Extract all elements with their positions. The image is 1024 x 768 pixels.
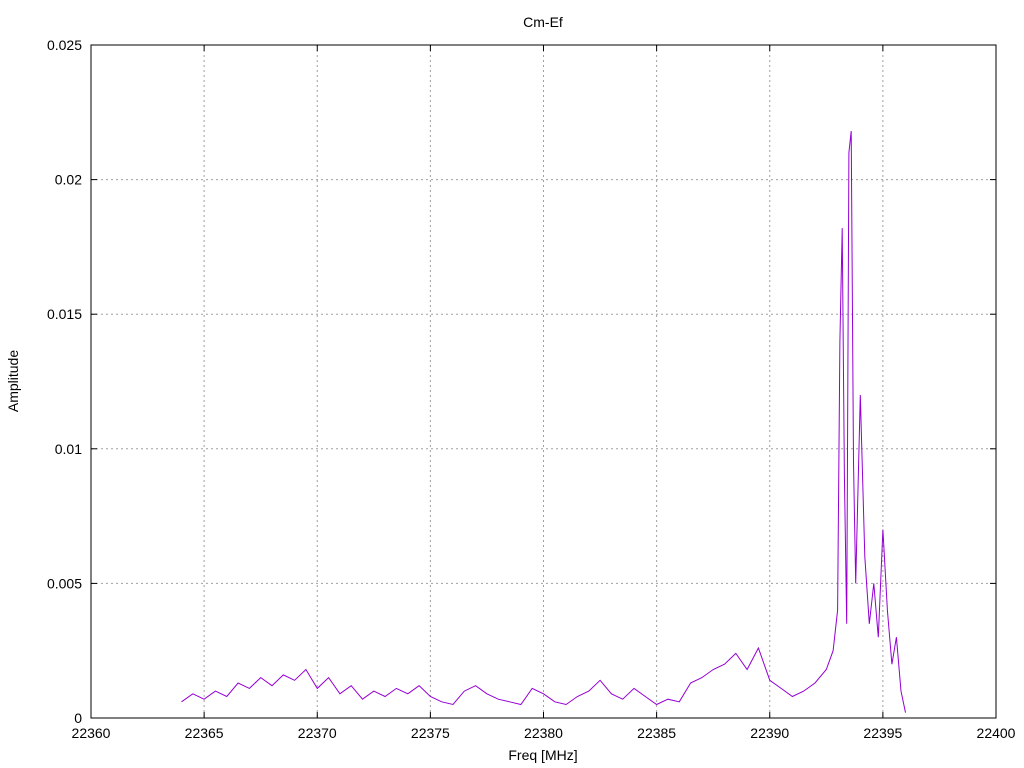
grid <box>91 45 996 718</box>
x-tick-label: 22385 <box>637 725 676 741</box>
y-tick-label: 0.02 <box>55 172 82 188</box>
x-tick-label: 22370 <box>298 725 337 741</box>
x-tick-label: 22395 <box>863 725 902 741</box>
chart-container: 22360 22365 22370 22375 22380 22385 22390 22395… <box>0 0 1024 768</box>
x-tick-label: 22390 <box>750 725 789 741</box>
x-tick-label: 22400 <box>977 725 1016 741</box>
ticks: 22360 22365 22370 22375 22380 22385 22390 22395… <box>47 37 1016 741</box>
y-tick-label: 0.025 <box>47 37 82 53</box>
line-chart: 22360 22365 22370 22375 22380 22385 22390 22395… <box>5 14 1016 763</box>
y-tick-label: 0 <box>74 710 82 726</box>
x-tick-label: 22360 <box>72 725 111 741</box>
x-tick-label: 22380 <box>524 725 563 741</box>
y-tick-label: 0.005 <box>47 575 82 591</box>
x-tick-label: 22365 <box>185 725 224 741</box>
y-tick-label: 0.015 <box>47 306 82 322</box>
x-axis-title: Freq [MHz] <box>508 747 577 763</box>
chart-title: Cm-Ef <box>523 14 563 30</box>
y-axis-title: Amplitude <box>5 350 21 412</box>
x-tick-label: 22375 <box>411 725 450 741</box>
y-tick-label: 0.01 <box>55 441 82 457</box>
